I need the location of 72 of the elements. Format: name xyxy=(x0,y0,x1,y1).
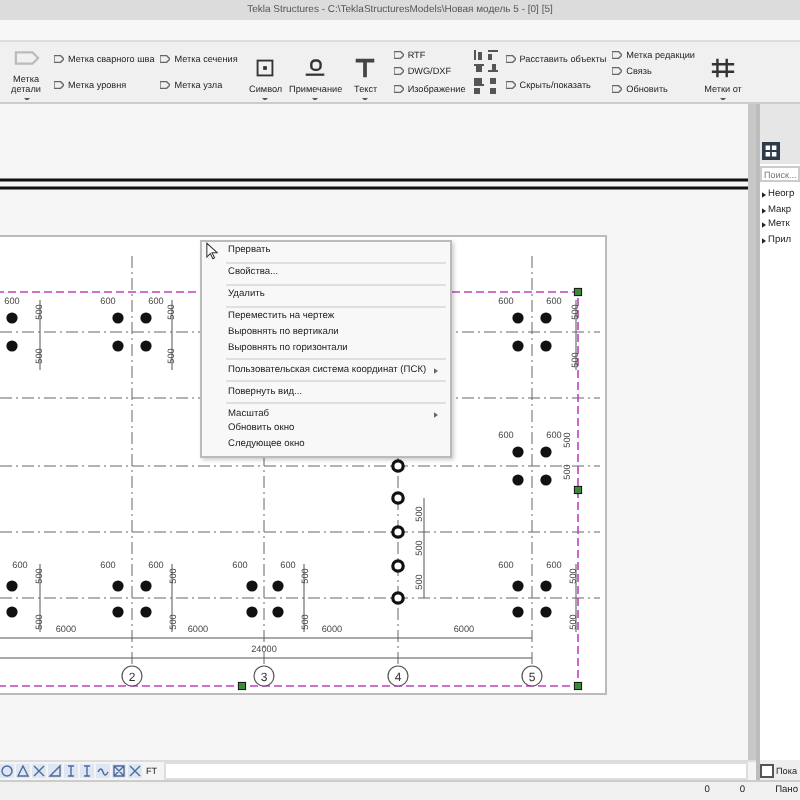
selection-handle[interactable] xyxy=(573,681,583,691)
cross-icon[interactable] xyxy=(128,764,142,778)
bolt-marker xyxy=(272,580,284,592)
caret-icon xyxy=(312,97,319,100)
bolt-marker xyxy=(540,474,552,486)
align-icons-drawing[interactable] xyxy=(471,48,500,96)
tag-icon xyxy=(505,80,516,90)
selection-handle[interactable] xyxy=(237,681,247,691)
grid-icon[interactable] xyxy=(762,142,780,160)
bolt-marker xyxy=(140,312,152,324)
tag-icon xyxy=(13,48,39,69)
bolt-marker xyxy=(512,474,524,486)
expand-arrow-icon xyxy=(762,192,766,199)
submenu-arrow-icon xyxy=(434,411,438,418)
ring-marker xyxy=(391,525,405,539)
caret-icon xyxy=(719,97,726,100)
wave-icon[interactable] xyxy=(96,764,110,778)
bolt-marker xyxy=(112,606,124,618)
caret-icon xyxy=(262,97,269,100)
bolt-marker xyxy=(140,606,152,618)
caret-icon xyxy=(23,97,29,100)
bolt-marker xyxy=(112,312,124,324)
bolt-marker xyxy=(246,580,258,592)
grid-icon xyxy=(709,58,736,79)
bolt-marker xyxy=(540,446,552,458)
boxed-cross-icon[interactable] xyxy=(112,764,126,778)
triangle-icon[interactable] xyxy=(16,764,30,778)
bolt-marker xyxy=(512,446,524,458)
bolt-marker xyxy=(540,312,552,324)
circle-icon[interactable] xyxy=(0,764,14,778)
selection-handle[interactable] xyxy=(573,287,583,297)
tag-icon xyxy=(160,80,171,90)
bolt-marker xyxy=(6,340,18,352)
bolt-marker xyxy=(140,340,152,352)
checkbox[interactable] xyxy=(760,763,774,777)
bolt-marker xyxy=(140,580,152,592)
selection-handle[interactable] xyxy=(573,485,583,495)
command-field[interactable] xyxy=(163,762,748,780)
bracket-icon[interactable] xyxy=(80,764,94,778)
expand-arrow-icon xyxy=(762,237,766,244)
bolt-marker xyxy=(6,580,18,592)
bolt-marker xyxy=(272,606,284,618)
bolt-marker xyxy=(540,580,552,592)
tag-icon xyxy=(54,54,64,64)
tag-icon xyxy=(54,80,64,90)
dotted-square-icon xyxy=(252,58,279,79)
expand-arrow-icon xyxy=(762,222,766,229)
tag-icon xyxy=(160,54,171,64)
scroll-bar[interactable] xyxy=(748,104,756,760)
bolt-marker xyxy=(112,340,124,352)
bolt-marker xyxy=(6,606,18,618)
bracket-icon[interactable] xyxy=(64,764,78,778)
bolt-marker xyxy=(512,580,524,592)
bolt-marker xyxy=(6,312,18,324)
bolt-marker xyxy=(540,340,552,352)
bolt-marker xyxy=(512,312,524,324)
bolt-marker xyxy=(112,580,124,592)
note-icon xyxy=(302,58,329,79)
ring-marker xyxy=(391,559,405,573)
caret-icon xyxy=(362,97,369,100)
submenu-arrow-icon xyxy=(434,367,438,374)
bolt-marker xyxy=(512,340,524,352)
bolt-marker xyxy=(540,606,552,618)
slope-icon[interactable] xyxy=(48,764,62,778)
ring-marker xyxy=(391,591,405,605)
bolt-marker xyxy=(246,606,258,618)
expand-arrow-icon xyxy=(762,207,766,214)
bolt-marker xyxy=(512,606,524,618)
cross-icon[interactable] xyxy=(32,764,46,778)
ring-marker xyxy=(391,491,405,505)
tag-icon xyxy=(505,54,516,64)
text-icon xyxy=(352,58,379,79)
